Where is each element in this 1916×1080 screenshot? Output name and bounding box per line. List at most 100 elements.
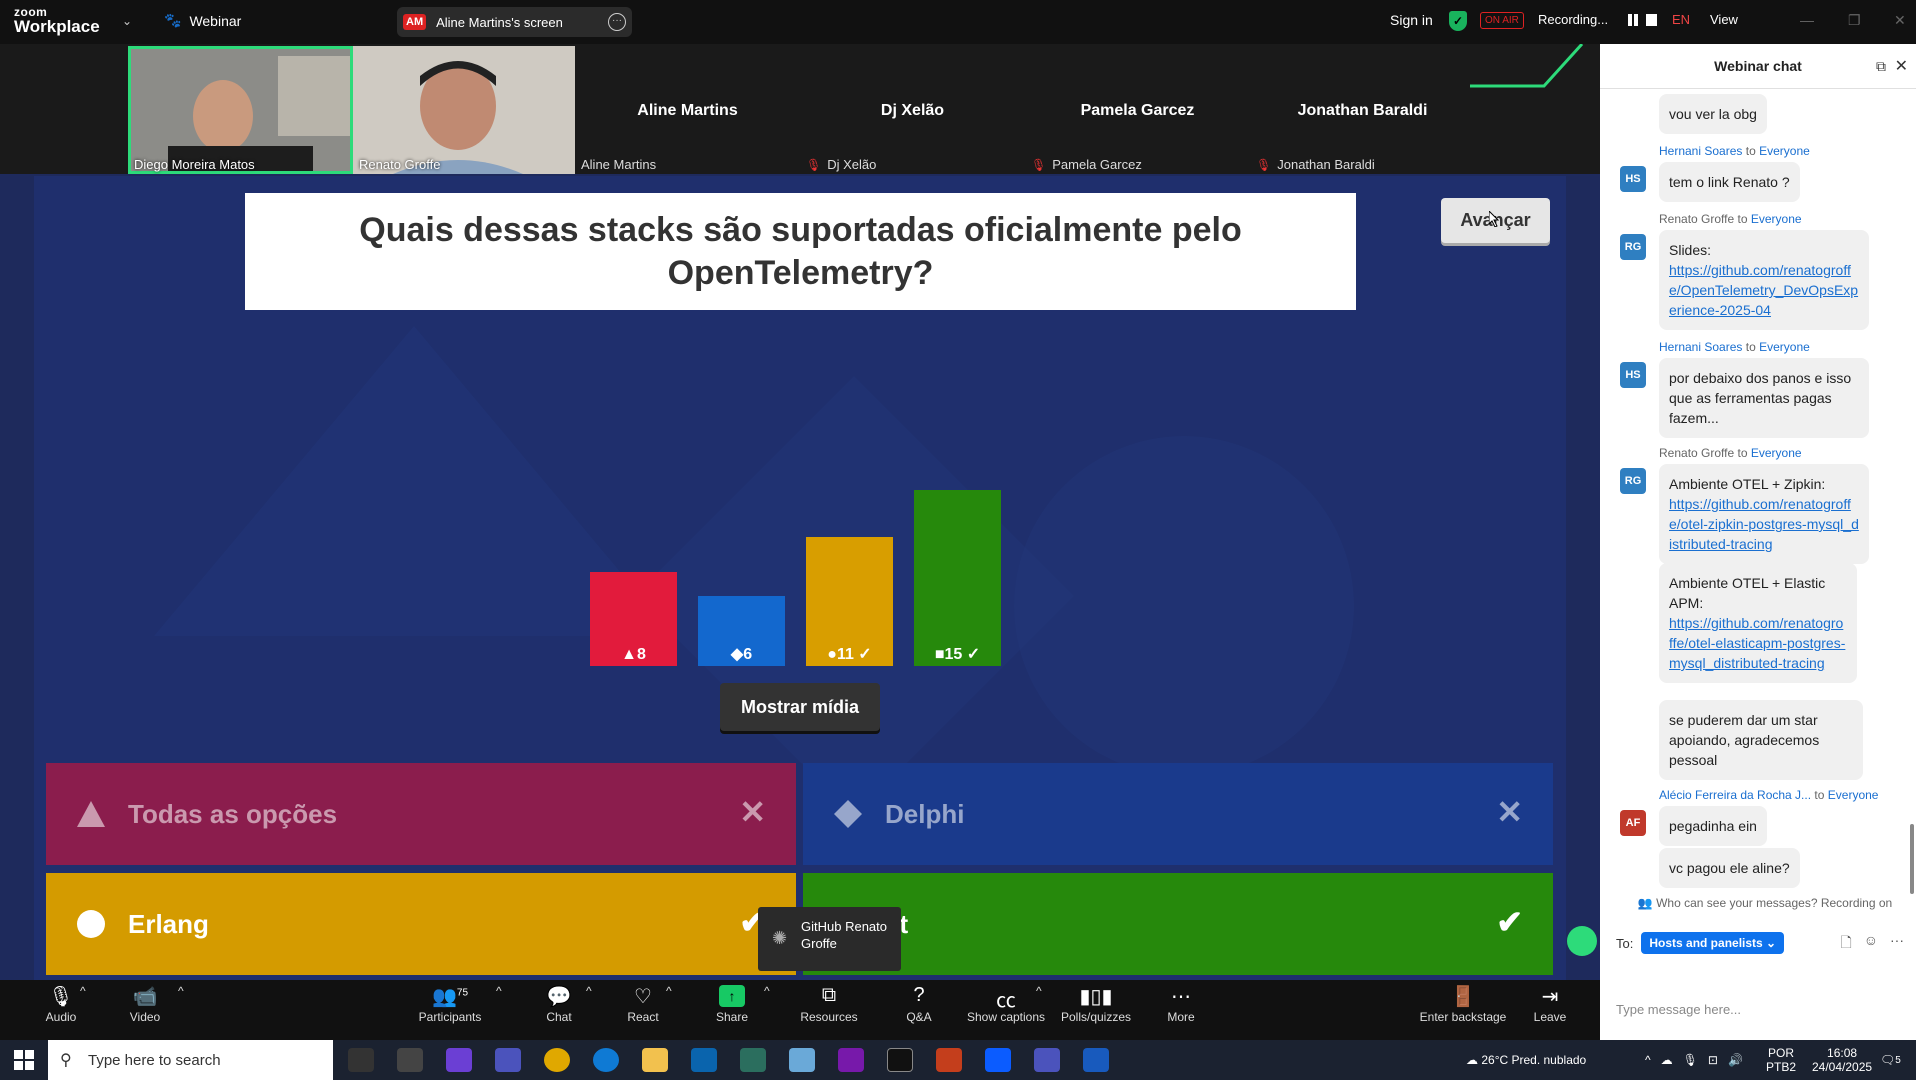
outlook-icon[interactable] xyxy=(691,1048,717,1072)
minimize-icon[interactable]: — xyxy=(1800,12,1814,28)
leave-button[interactable]: ⇥ Leave xyxy=(1530,984,1570,1024)
to-label: To: xyxy=(1616,935,1634,951)
message-link[interactable]: https://github.com/renatogroffe/otel-zip… xyxy=(1669,496,1859,552)
language-indicator[interactable]: EN xyxy=(1672,12,1690,27)
chat-options-caret[interactable]: ^ xyxy=(586,984,592,998)
incorrect-icon: ✕ xyxy=(739,794,766,830)
copilot-icon[interactable] xyxy=(446,1048,472,1072)
floating-indicator[interactable] xyxy=(1567,926,1597,956)
app-icon[interactable] xyxy=(789,1048,815,1072)
shield-icon[interactable]: ✓ xyxy=(1449,11,1467,31)
chat-button[interactable]: 💬 Chat xyxy=(534,984,584,1024)
recipient-select[interactable]: Hosts and panelists ⌄ xyxy=(1641,932,1785,954)
more-button[interactable]: ⋯ More xyxy=(1156,984,1206,1024)
stop-recording-icon[interactable] xyxy=(1646,14,1657,26)
participant-tile[interactable]: Renato Groffe xyxy=(353,46,575,174)
participants-button[interactable]: 👥75 Participants xyxy=(410,984,490,1024)
muted-mic-icon: 🎙 xyxy=(1256,157,1272,172)
terminal-app-icon[interactable] xyxy=(397,1048,423,1072)
answer-option-triangle: Todas as opções ✕ xyxy=(46,763,796,865)
volume-icon: 🔊 xyxy=(1727,1053,1743,1067)
qa-icon: ? xyxy=(913,984,925,1006)
teams-icon[interactable] xyxy=(495,1048,521,1072)
chevron-down-icon[interactable]: ⌄ xyxy=(122,14,132,28)
participants-options-caret[interactable]: ^ xyxy=(496,984,502,998)
maximize-icon[interactable]: ❐ xyxy=(1848,12,1861,29)
more-options-icon[interactable]: ··· xyxy=(608,13,626,31)
chat-message: Ambiente OTEL + Zipkin: https://github.co… xyxy=(1659,464,1869,564)
more-icon[interactable]: ··· xyxy=(1890,932,1904,956)
qa-button[interactable]: ? Q&A xyxy=(894,984,944,1024)
participant-tile[interactable]: Dj Xelão 🎙 Dj Xelão xyxy=(800,46,1025,174)
mic-icon: 🎙 xyxy=(1682,1053,1698,1067)
pause-recording-icon[interactable] xyxy=(1628,14,1632,26)
close-window-icon[interactable]: ✕ xyxy=(1894,12,1906,29)
sign-in-link[interactable]: Sign in xyxy=(1390,12,1433,28)
edge-icon[interactable] xyxy=(593,1048,619,1072)
windows-start-icon[interactable] xyxy=(14,1050,34,1070)
zoom-logo: zoom Workplace xyxy=(14,6,100,35)
audio-options-caret[interactable]: ^ xyxy=(80,984,86,998)
chat-scrollbar[interactable] xyxy=(1910,824,1914,894)
participant-tile[interactable]: Aline Martins Aline Martins xyxy=(575,46,800,174)
file-explorer-icon[interactable] xyxy=(642,1048,668,1072)
keyboard-layout[interactable]: POR PTB2 xyxy=(1766,1040,1796,1080)
onedrive-icon: ☁ xyxy=(1660,1053,1673,1067)
file-icon[interactable]: 🗋 xyxy=(1840,932,1851,956)
resources-button[interactable]: ⧉ Resources xyxy=(799,984,859,1024)
notification-icon[interactable]: 🗨 5 xyxy=(1880,1040,1901,1080)
on-air-badge: ON AIR xyxy=(1480,12,1524,29)
participant-label: 🎙 Pamela Garcez xyxy=(1031,157,1142,172)
weather-widget[interactable]: ☁ 26°C Pred. nublado xyxy=(1466,1040,1586,1080)
search-placeholder: Type here to search xyxy=(88,1051,221,1069)
zoom-window: zoom Workplace ⌄ 🐾 Webinar AM Aline Mart… xyxy=(0,0,1916,1080)
message-link[interactable]: https://github.com/renatogroffe/OpenTele… xyxy=(1669,262,1858,318)
answer-option-diamond: Delphi ✕ xyxy=(803,763,1553,865)
share-button[interactable]: ↑ Share xyxy=(707,984,757,1024)
taskbar-search[interactable]: ⚲ Type here to search xyxy=(48,1040,333,1080)
zoom-app-icon[interactable] xyxy=(985,1048,1011,1072)
backstage-button[interactable]: 🚪 Enter backstage xyxy=(1418,984,1508,1024)
share-icon: ↑ xyxy=(707,984,757,1010)
participant-tile[interactable]: Jonathan Baraldi 🎙 Jonathan Baraldi xyxy=(1250,46,1475,174)
participant-tile[interactable]: Pamela Garcez 🎙 Pamela Garcez xyxy=(1025,46,1250,174)
word-icon[interactable] xyxy=(1083,1048,1109,1072)
audio-button[interactable]: 🎙 Audio xyxy=(36,984,86,1024)
window-tooltip[interactable]: ✺ GitHub Renato Groffe xyxy=(758,907,901,971)
chat-message: Slides: https://github.com/renatogroffe/O… xyxy=(1659,230,1869,330)
answer-option-square: st ✔ xyxy=(803,873,1553,975)
video-button[interactable]: 📹 Video xyxy=(120,984,170,1024)
message-link[interactable]: https://github.com/renatogroffe/otel-ela… xyxy=(1669,615,1845,671)
share-options-caret[interactable]: ^ xyxy=(764,984,770,998)
participant-tile[interactable]: Diego Moreira Matos xyxy=(128,46,353,174)
emoji-icon[interactable]: ☺ xyxy=(1864,932,1878,956)
captions-options-caret[interactable]: ^ xyxy=(1036,984,1042,998)
polls-button[interactable]: ▮▯▮ Polls/quizzes xyxy=(1058,984,1134,1024)
participant-label: 🎙 Dj Xelão xyxy=(806,157,877,172)
pop-out-icon[interactable]: ⧉ xyxy=(1876,58,1886,75)
onenote-icon[interactable] xyxy=(838,1048,864,1072)
divider xyxy=(1600,88,1916,89)
recording-status: Recording... xyxy=(1538,12,1609,27)
powerpoint-icon[interactable] xyxy=(936,1048,962,1072)
participant-name: Renato Groffe xyxy=(359,157,441,172)
show-media-button[interactable]: Mostrar mídia xyxy=(720,683,880,731)
message-input[interactable]: Type message here... xyxy=(1616,1002,1741,1017)
chrome-icon[interactable] xyxy=(544,1048,570,1072)
search-icon: ⚲ xyxy=(60,1052,72,1069)
cmd-icon[interactable] xyxy=(887,1048,913,1072)
privacy-notice[interactable]: 👥 Who can see your messages? Recording o… xyxy=(1620,896,1910,910)
teams-icon[interactable] xyxy=(1034,1048,1060,1072)
close-icon[interactable]: ✕ xyxy=(1895,56,1908,76)
clock[interactable]: 16:08 24/04/2025 xyxy=(1812,1040,1872,1080)
webinar-indicator[interactable]: 🐾 Webinar xyxy=(164,12,241,29)
react-button[interactable]: ♡ React xyxy=(618,984,668,1024)
video-options-caret[interactable]: ^ xyxy=(178,984,184,998)
task-view-icon[interactable] xyxy=(348,1048,374,1072)
system-tray[interactable]: ^ ☁ 🎙 ⊡ 🔊 xyxy=(1645,1040,1743,1080)
react-options-caret[interactable]: ^ xyxy=(666,984,672,998)
view-menu[interactable]: View xyxy=(1710,12,1738,27)
screen-share-pill[interactable]: AM Aline Martins's screen ··· xyxy=(397,7,632,37)
chevron-up-icon: ^ xyxy=(1645,1053,1651,1067)
app-icon[interactable] xyxy=(740,1048,766,1072)
